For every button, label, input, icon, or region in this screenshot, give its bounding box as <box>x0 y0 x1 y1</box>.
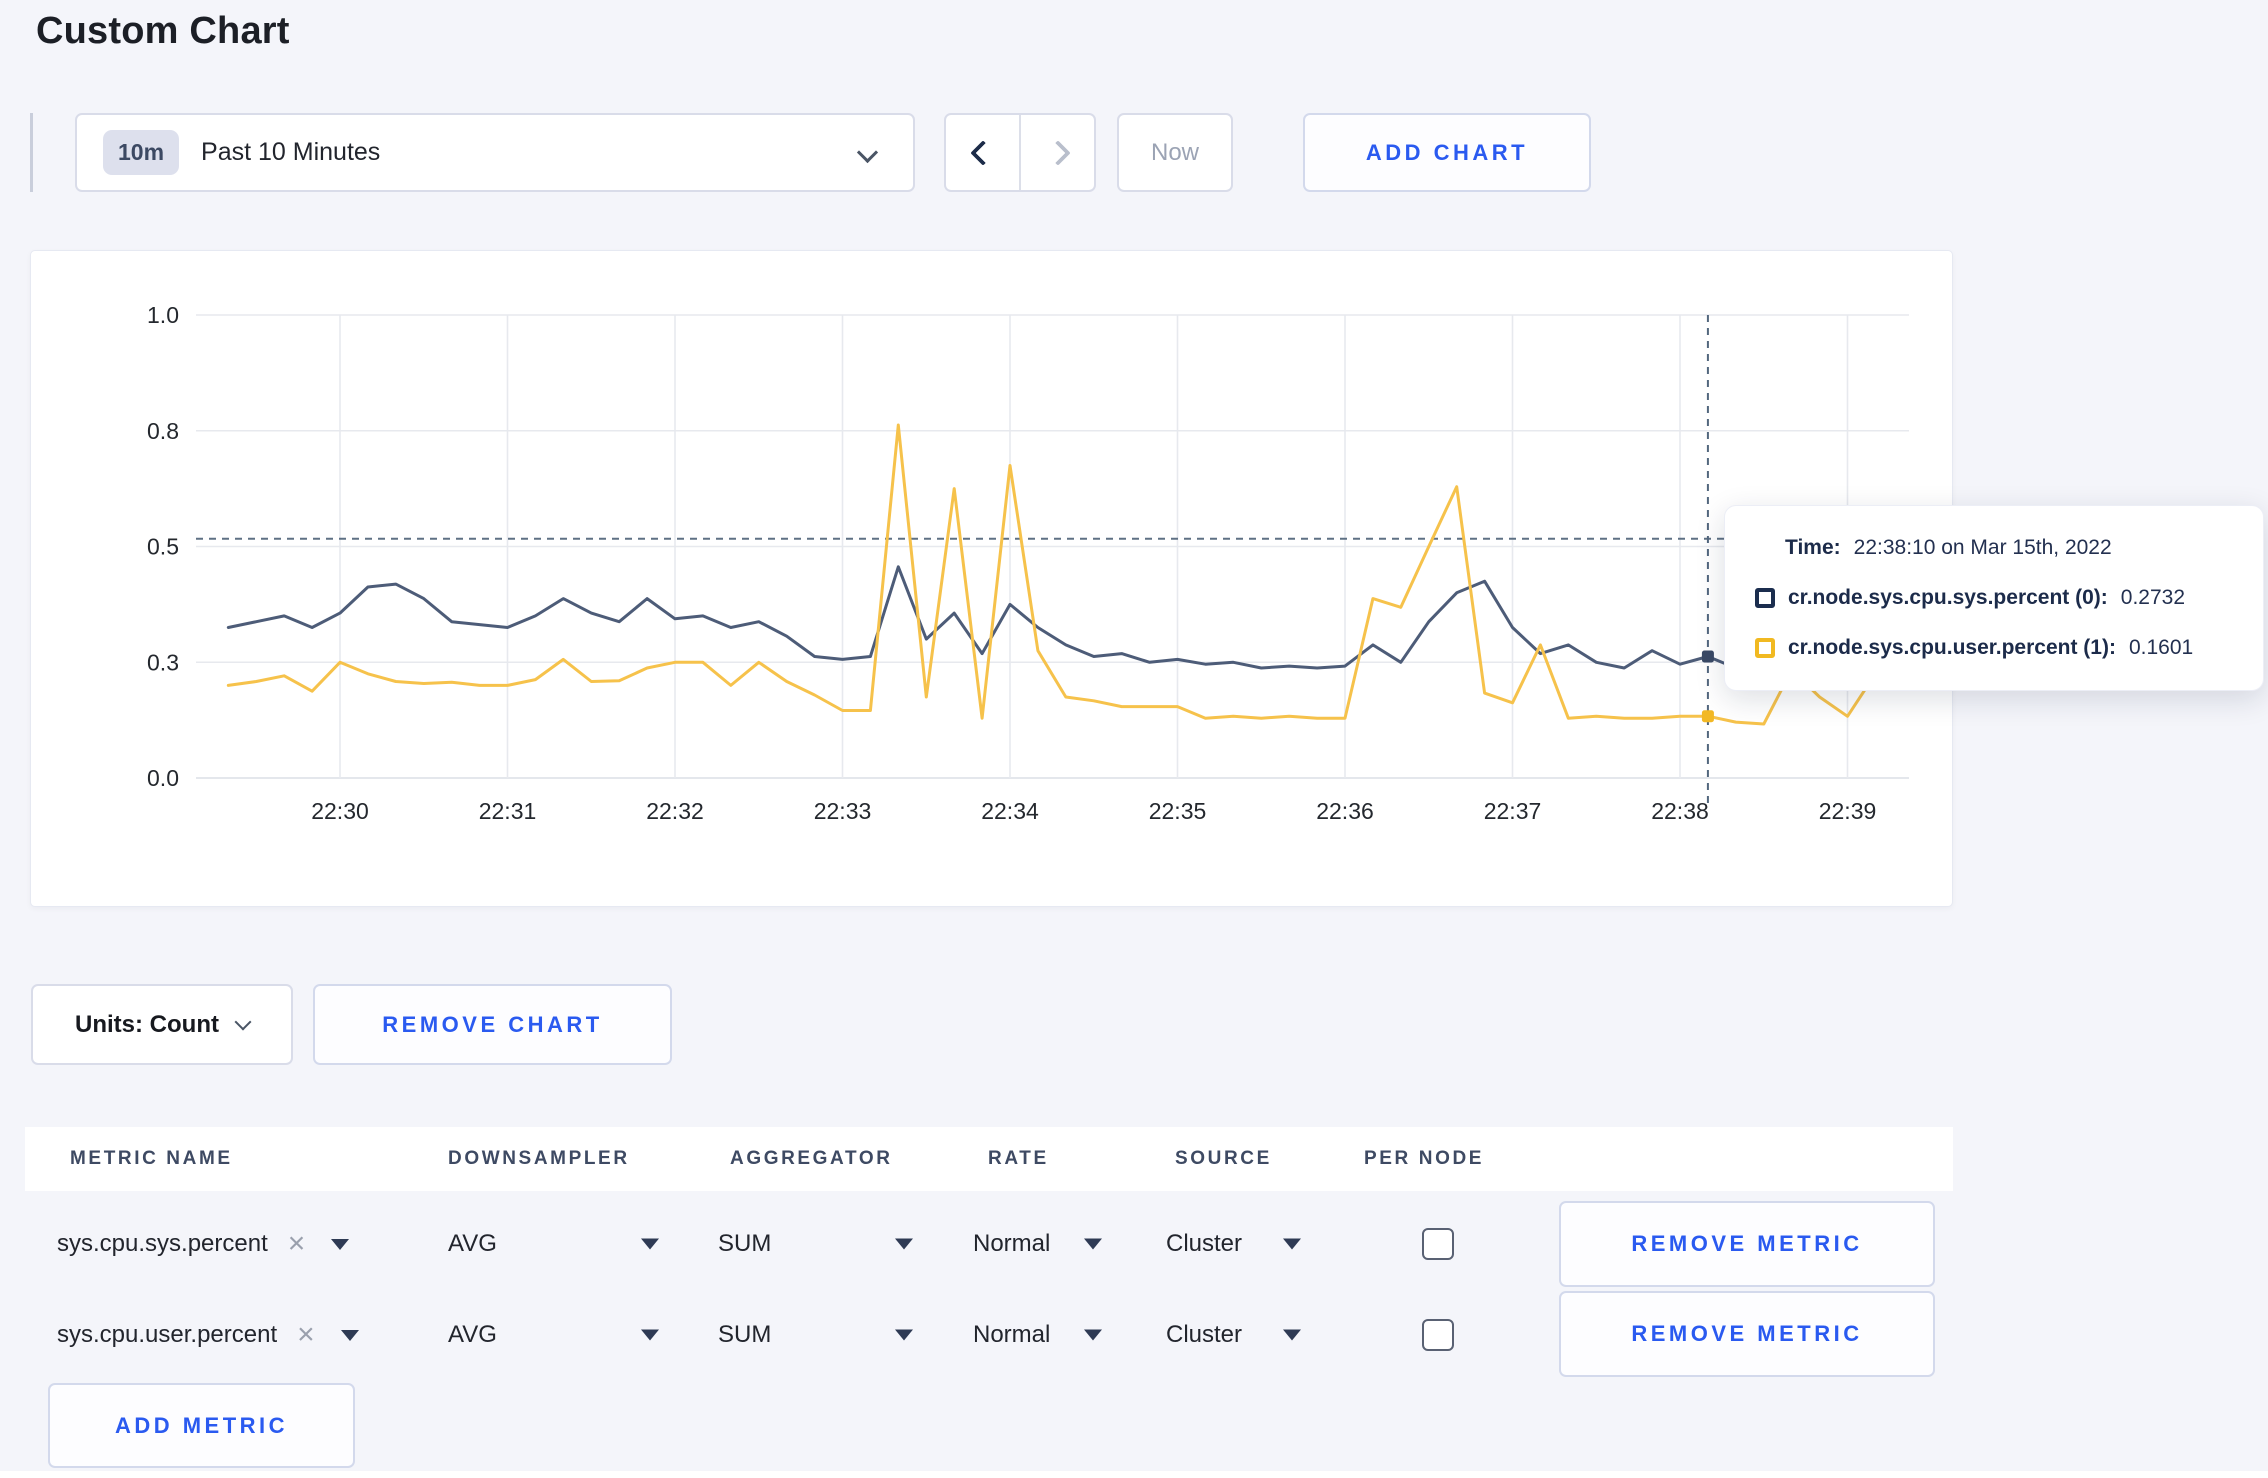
remove-chart-button[interactable]: REMOVE CHART <box>313 984 672 1065</box>
tooltip-series-sys-value: 0.2732 <box>2120 586 2186 609</box>
caret-down-icon[interactable] <box>641 1329 659 1341</box>
series-line <box>226 565 1877 670</box>
tooltip-time-label: Time: <box>1785 536 1841 559</box>
metric-name-select[interactable]: sys.cpu.sys.percent × <box>57 1229 350 1259</box>
series-user-swatch-icon <box>1755 638 1775 658</box>
x-axis-tick-label: 22:36 <box>1316 798 1374 824</box>
x-axis-tick-label: 22:39 <box>1819 798 1877 824</box>
tooltip-series-sys-label: cr.node.sys.cpu.sys.percent (0): <box>1788 586 2108 609</box>
metrics-table-header: METRIC NAME DOWNSAMPLER AGGREGATOR RATE … <box>25 1127 1953 1191</box>
caret-down-icon[interactable] <box>1084 1329 1102 1341</box>
metric-row: sys.cpu.user.percent × AVG SUM Normal Cl… <box>25 1285 1953 1385</box>
time-range-select[interactable]: 10m Past 10 Minutes <box>75 113 915 192</box>
column-header-aggregator: AGGREGATOR <box>730 1148 893 1169</box>
y-axis-tick-label: 0.5 <box>147 534 179 560</box>
x-axis-tick-label: 22:31 <box>479 798 537 824</box>
column-header-metric-name: METRIC NAME <box>70 1148 233 1169</box>
metric-row: sys.cpu.sys.percent × AVG SUM Normal Clu… <box>25 1194 1953 1294</box>
chevron-right-icon <box>1044 139 1071 166</box>
downsampler-select[interactable]: AVG <box>448 1321 497 1349</box>
caret-down-icon <box>340 1329 359 1341</box>
x-axis-tick-label: 22:38 <box>1651 798 1709 824</box>
metric-name-label: sys.cpu.sys.percent <box>57 1230 268 1257</box>
time-range-badge: 10m <box>103 130 180 175</box>
aggregator-select[interactable]: SUM <box>718 1321 771 1349</box>
caret-down-icon[interactable] <box>1283 1329 1301 1341</box>
x-axis-tick-label: 22:33 <box>814 798 872 824</box>
rate-select[interactable]: Normal <box>973 1230 1050 1258</box>
tooltip-series-user-label: cr.node.sys.cpu.user.percent (1): <box>1788 636 2116 659</box>
time-back-button[interactable] <box>946 115 1021 190</box>
caret-down-icon <box>331 1238 350 1250</box>
x-axis-tick-label: 22:35 <box>1149 798 1207 824</box>
remove-metric-x-icon[interactable]: × <box>288 1229 306 1259</box>
add-chart-button[interactable]: ADD CHART <box>1303 113 1591 192</box>
units-select[interactable]: Units: Count <box>31 984 293 1065</box>
caret-down-icon[interactable] <box>641 1238 659 1250</box>
metric-name-select[interactable]: sys.cpu.user.percent × <box>57 1320 359 1350</box>
chevron-down-icon <box>856 141 879 164</box>
chevron-down-icon <box>234 1013 252 1030</box>
now-button[interactable]: Now <box>1117 113 1233 192</box>
y-axis-tick-label: 1.0 <box>147 302 179 328</box>
source-select[interactable]: Cluster <box>1166 1230 1242 1258</box>
metric-name-label: sys.cpu.user.percent <box>57 1321 278 1348</box>
hover-marker <box>1701 650 1714 663</box>
series-sys-swatch-icon <box>1755 588 1775 608</box>
column-header-rate: RATE <box>988 1148 1049 1169</box>
chart-tooltip: Time: 22:38:10 on Mar 15th, 2022 cr.node… <box>1724 505 2264 691</box>
remove-metric-x-icon[interactable]: × <box>297 1320 315 1350</box>
x-axis-tick-label: 22:32 <box>646 798 704 824</box>
per-node-checkbox[interactable] <box>1422 1319 1454 1351</box>
time-nav-group <box>944 113 1096 192</box>
downsampler-select[interactable]: AVG <box>448 1230 497 1258</box>
aggregator-select[interactable]: SUM <box>718 1230 771 1258</box>
remove-metric-button[interactable]: REMOVE METRIC <box>1559 1201 1935 1287</box>
column-header-per-node: PER NODE <box>1364 1148 1485 1169</box>
time-forward-button[interactable] <box>1021 115 1094 190</box>
caret-down-icon[interactable] <box>895 1329 913 1341</box>
time-range-label: Past 10 Minutes <box>201 138 381 166</box>
caret-down-icon[interactable] <box>1283 1238 1301 1250</box>
source-select[interactable]: Cluster <box>1166 1321 1242 1349</box>
series-line <box>226 423 1877 726</box>
column-header-source: SOURCE <box>1175 1148 1272 1169</box>
y-axis-tick-label: 0.0 <box>147 765 179 791</box>
hover-marker <box>1701 710 1714 723</box>
per-node-checkbox[interactable] <box>1422 1228 1454 1260</box>
chart-plot[interactable]: 0.0 0.3 0.5 0.8 1.0 22:30 22:31 22:32 22:33 22:34… <box>31 251 1954 908</box>
tooltip-series-user-value: 0.1601 <box>2128 636 2194 659</box>
remove-metric-button[interactable]: REMOVE METRIC <box>1559 1291 1935 1377</box>
caret-down-icon[interactable] <box>1084 1238 1102 1250</box>
y-axis-tick-label: 0.3 <box>147 649 179 675</box>
x-axis-tick-label: 22:30 <box>311 798 369 824</box>
rate-select[interactable]: Normal <box>973 1321 1050 1349</box>
x-axis-tick-label: 22:34 <box>981 798 1039 824</box>
bottom-strip <box>0 1471 2268 1478</box>
units-label: Units: Count <box>75 1010 219 1038</box>
column-header-downsampler: DOWNSAMPLER <box>448 1148 630 1169</box>
add-metric-button[interactable]: ADD METRIC <box>48 1383 355 1468</box>
chart-card: 0.0 0.3 0.5 0.8 1.0 22:30 22:31 22:32 22:33 22:34… <box>30 250 1953 907</box>
chevron-left-icon <box>969 139 996 166</box>
page-title: Custom Chart <box>36 10 290 52</box>
tooltip-time-value: 22:38:10 on Mar 15th, 2022 <box>1853 536 2112 559</box>
caret-down-icon[interactable] <box>895 1238 913 1250</box>
x-axis-tick-label: 22:37 <box>1484 798 1542 824</box>
y-axis-tick-label: 0.8 <box>147 418 179 444</box>
toolbar-divider <box>30 113 33 192</box>
